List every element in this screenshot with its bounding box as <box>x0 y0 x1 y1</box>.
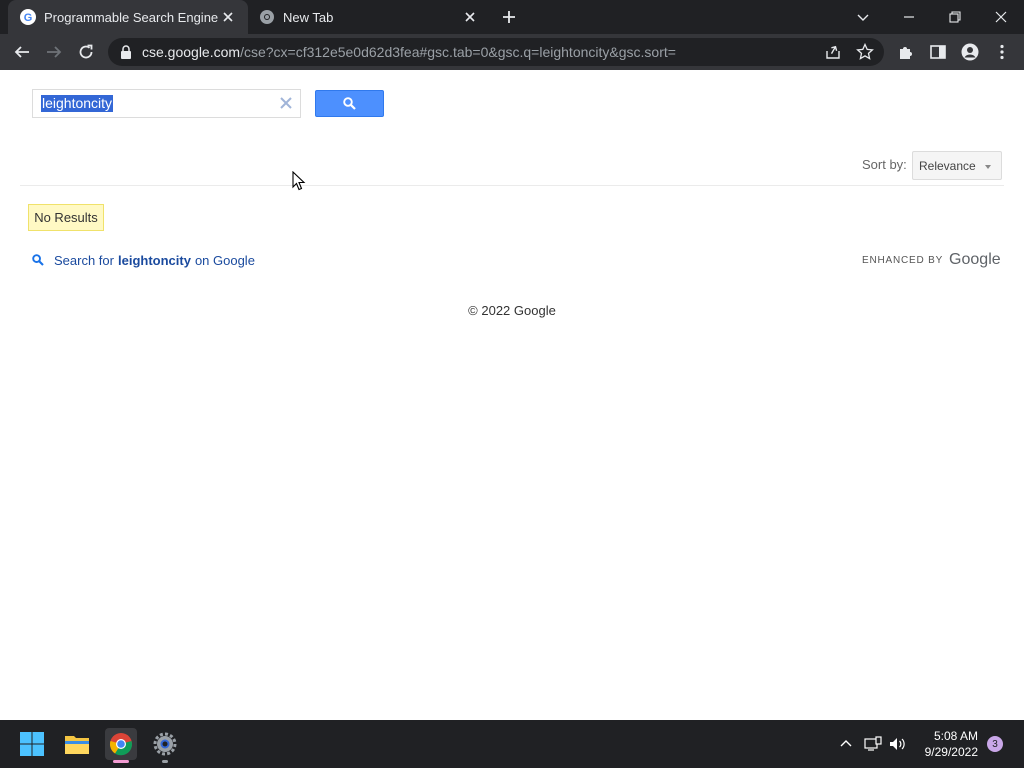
profile-icon[interactable] <box>958 40 982 64</box>
tab-title: Programmable Search Engine <box>44 10 219 25</box>
tab-new-tab[interactable]: New Tab <box>250 0 490 34</box>
show-hidden-icons-chevron-icon[interactable] <box>836 734 856 754</box>
results-divider <box>20 185 1004 186</box>
search-query-text[interactable]: leightoncity <box>41 95 114 112</box>
clock-time: 5:08 AM <box>933 729 978 743</box>
search-icon <box>32 254 44 266</box>
browser-titlebar: G Programmable Search Engine New Tab <box>0 0 1024 34</box>
close-tab-icon[interactable] <box>220 9 236 25</box>
forward-icon[interactable] <box>42 40 66 64</box>
no-results-badge: No Results <box>28 204 104 231</box>
search-button[interactable] <box>315 90 384 117</box>
search-term: leightoncity <box>117 252 191 268</box>
share-icon[interactable] <box>824 43 842 61</box>
bookmark-star-icon[interactable] <box>856 43 874 61</box>
clock-date: 9/29/2022 <box>924 745 978 759</box>
menu-kebab-icon[interactable] <box>990 40 1014 64</box>
chrome-taskbar-icon[interactable] <box>105 728 137 760</box>
network-icon[interactable] <box>863 734 883 754</box>
dropdown-caret-icon <box>985 165 991 169</box>
sort-by-value: Relevance <box>919 159 976 173</box>
close-window-icon[interactable] <box>978 0 1024 34</box>
tab-search-chevron-icon[interactable] <box>840 0 886 34</box>
notification-count-badge[interactable]: 3 <box>987 736 1003 752</box>
address-url: cse.google.com/cse?cx=cf312e5e0d62d3fea#… <box>142 44 676 60</box>
side-panel-icon[interactable] <box>926 40 950 64</box>
settings-running-indicator <box>162 760 168 763</box>
browser-toolbar: cse.google.com/cse?cx=cf312e5e0d62d3fea#… <box>0 34 1024 70</box>
enhanced-by-label: ENHANCED BY <box>862 254 944 266</box>
reload-icon[interactable] <box>74 40 98 64</box>
google-logo: Google <box>949 251 1001 268</box>
settings-gear-icon[interactable] <box>149 728 181 760</box>
address-bar[interactable]: cse.google.com/cse?cx=cf312e5e0d62d3fea#… <box>108 38 884 66</box>
volume-icon[interactable] <box>888 734 908 754</box>
windows-start-icon[interactable] <box>16 728 48 760</box>
chrome-active-indicator <box>113 760 129 763</box>
taskbar-clock[interactable]: 5:08 AM 9/29/2022 <box>908 728 978 760</box>
lock-icon[interactable] <box>120 45 132 59</box>
sort-by-dropdown[interactable]: Relevance <box>912 151 1002 180</box>
minimize-icon[interactable] <box>886 0 932 34</box>
extensions-puzzle-icon[interactable] <box>894 40 918 64</box>
restore-icon[interactable] <box>932 0 978 34</box>
copyright-footer: © 2022 Google <box>468 303 556 318</box>
file-explorer-icon[interactable] <box>61 728 93 760</box>
back-icon[interactable] <box>10 40 34 64</box>
tab-title: New Tab <box>283 10 334 25</box>
windows-taskbar: 5:08 AM 9/29/2022 <box>0 720 1024 768</box>
google-favicon-icon: G <box>20 9 36 25</box>
mouse-cursor-icon <box>292 171 306 191</box>
search-on-google-link[interactable]: Search for leightoncity on Google <box>32 251 255 269</box>
svg-text:G: G <box>24 12 33 24</box>
enhanced-by-google: ENHANCED BY Google <box>862 250 1001 270</box>
clear-search-icon[interactable] <box>279 96 293 110</box>
search-input[interactable]: leightoncity <box>32 89 301 118</box>
chrome-favicon-icon <box>260 10 274 24</box>
tab-programmable-search-engine[interactable]: G Programmable Search Engine <box>8 0 248 34</box>
close-tab-icon[interactable] <box>462 9 478 25</box>
search-icon <box>343 97 356 110</box>
sort-by-label: Sort by: <box>862 157 907 172</box>
new-tab-plus-icon[interactable] <box>499 7 519 27</box>
